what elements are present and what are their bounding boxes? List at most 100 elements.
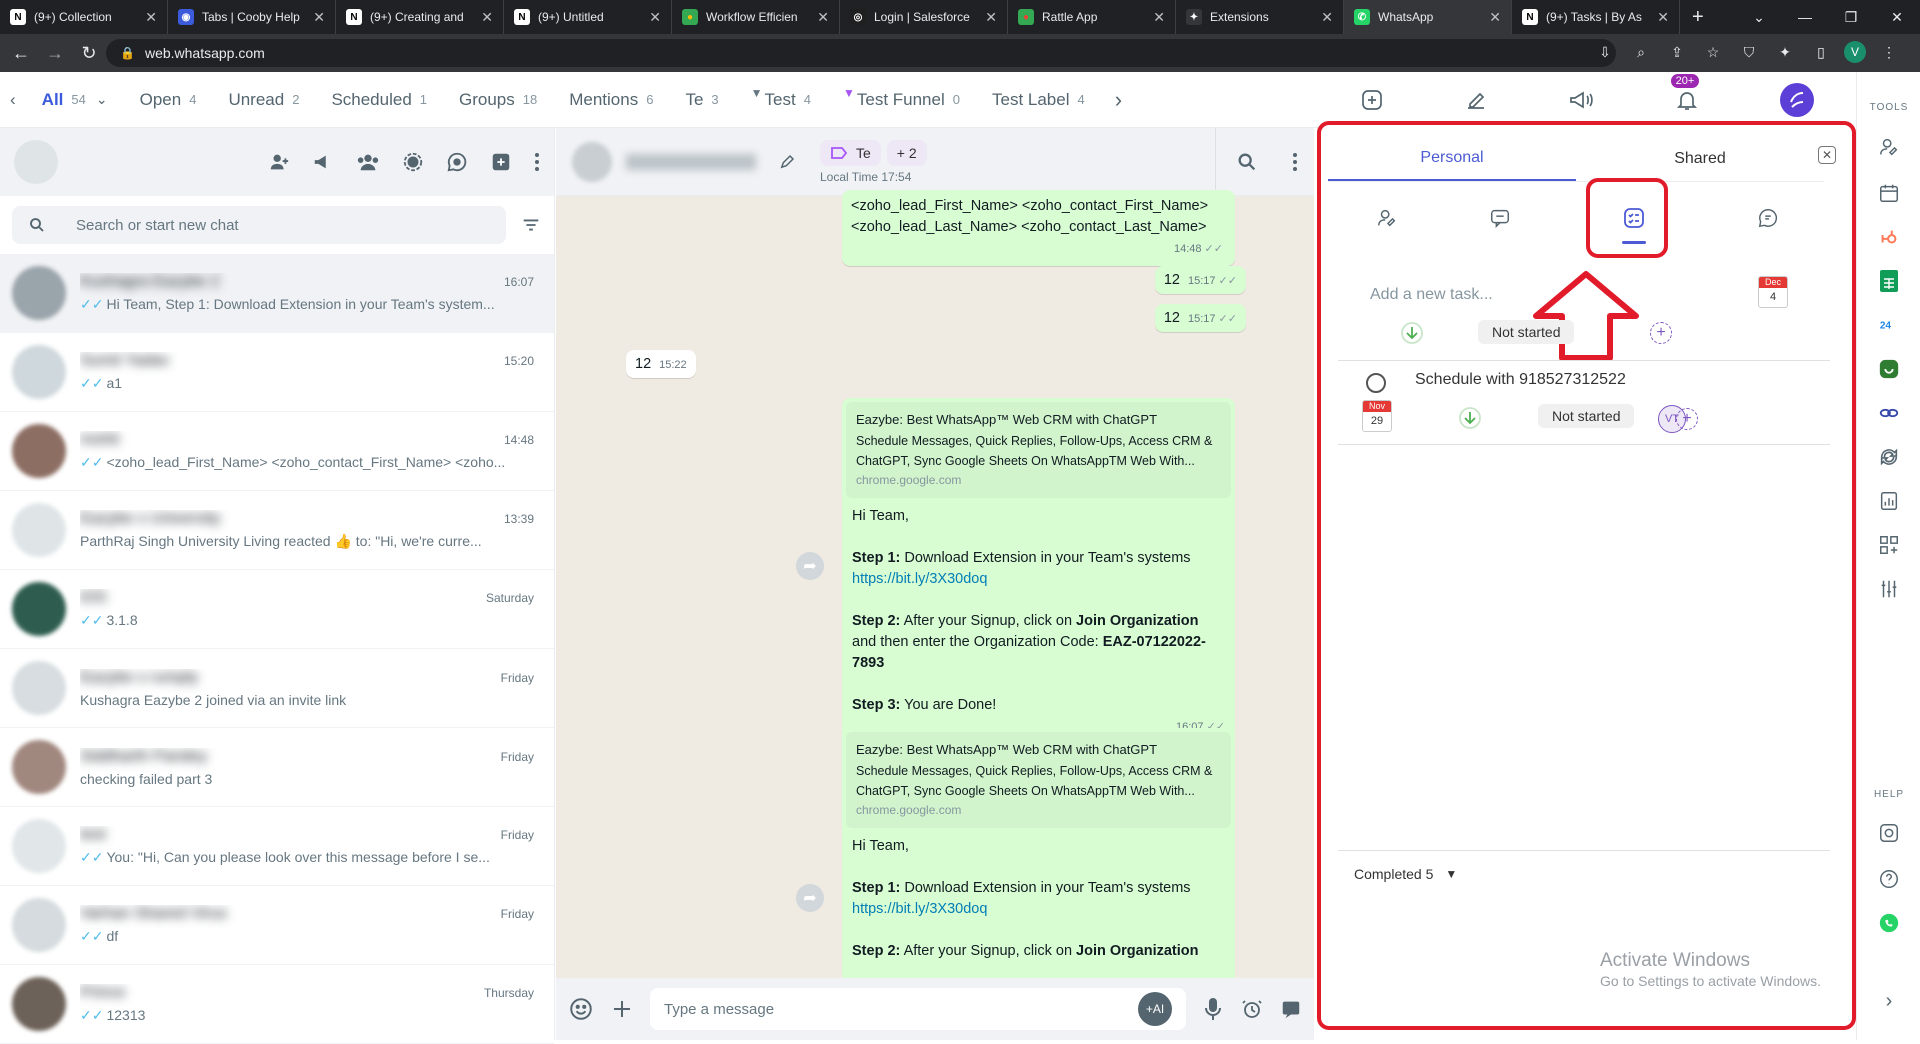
message-12a[interactable]: 12 15:17 ✓✓ xyxy=(1154,266,1246,294)
zoho-24-icon[interactable]: 24 xyxy=(1876,312,1902,338)
message-incoming-12[interactable]: 12 15:22 xyxy=(626,350,696,378)
tab-shared[interactable]: Shared xyxy=(1576,136,1824,181)
filter-tab[interactable]: Te 3 xyxy=(669,72,734,128)
chat-menu-icon[interactable] xyxy=(1292,151,1298,173)
contact-tool-icon[interactable] xyxy=(1876,134,1902,160)
new-task-status[interactable]: Not started xyxy=(1478,320,1575,344)
attach-plus-icon[interactable] xyxy=(610,997,634,1021)
back-button[interactable]: ← xyxy=(4,36,38,70)
install-icon[interactable]: ⇩ xyxy=(1592,39,1618,65)
question-help-icon[interactable] xyxy=(1876,866,1902,892)
edit-contact-icon[interactable] xyxy=(778,153,796,171)
report-icon[interactable] xyxy=(1876,488,1902,514)
new-chat-icon[interactable] xyxy=(490,151,512,173)
filter-next-icon[interactable]: › xyxy=(1101,72,1136,128)
tab-close-icon[interactable]: ✕ xyxy=(985,9,997,26)
status-icon[interactable] xyxy=(402,151,424,173)
chat-list-item[interactable]: Siddharth Pandey Friday checking failed pa… xyxy=(0,728,554,807)
browser-tab[interactable]: N (9+) Tasks | By As ✕ xyxy=(1512,0,1680,34)
close-panel-icon[interactable]: ✕ xyxy=(1818,146,1836,164)
tab-close-icon[interactable]: ✕ xyxy=(313,9,325,26)
channels-icon[interactable] xyxy=(446,151,468,173)
templates-icon[interactable] xyxy=(1757,207,1779,229)
tab-close-icon[interactable]: ✕ xyxy=(1321,9,1333,26)
google-sheets-icon[interactable] xyxy=(1876,268,1902,294)
tab-close-icon[interactable]: ✕ xyxy=(1489,9,1501,26)
tab-close-icon[interactable]: ✕ xyxy=(817,9,829,26)
zoom-icon[interactable]: ⌕ xyxy=(1628,39,1654,65)
my-avatar[interactable] xyxy=(14,140,58,184)
url-field[interactable]: 🔒 web.whatsapp.com xyxy=(106,39,1616,67)
due-date-calendar-icon[interactable]: Dec 4 xyxy=(1758,276,1788,308)
bookmark-star-icon[interactable]: ☆ xyxy=(1700,39,1726,65)
link-preview-card[interactable]: Eazybe: Best WhatsApp™ Web CRM with Chat… xyxy=(846,402,1231,498)
forward-icon[interactable]: ➦ xyxy=(796,884,824,912)
sidepanel-icon[interactable]: ▯ xyxy=(1808,39,1834,65)
filter-tab[interactable]: Test Label 4 xyxy=(976,72,1101,128)
forward-button[interactable]: → xyxy=(38,36,72,70)
tab-personal[interactable]: Personal xyxy=(1328,136,1576,181)
chat-list-item[interactable]: iOS Saturday ✓✓ 3.1.8 xyxy=(0,570,554,649)
add-contact-icon[interactable] xyxy=(268,151,290,173)
task-complete-checkbox[interactable] xyxy=(1366,373,1386,393)
tab-close-icon[interactable]: ✕ xyxy=(1657,9,1669,26)
filter-tab[interactable]: ▼ Test 4 xyxy=(735,72,827,128)
filter-prev-icon[interactable]: ‹ xyxy=(0,72,26,128)
browser-tab[interactable]: ✆ WhatsApp ✕ xyxy=(1344,0,1512,34)
message-invite-1[interactable]: Eazybe: Best WhatsApp™ Web CRM with Chat… xyxy=(842,398,1235,742)
message-12b[interactable]: 12 15:17 ✓✓ xyxy=(1154,304,1246,332)
browser-tab[interactable]: N (9+) Creating and ✕ xyxy=(336,0,504,34)
contact-avatar[interactable] xyxy=(572,141,612,182)
contact-name[interactable] xyxy=(626,153,756,170)
menu-icon[interactable] xyxy=(534,151,540,173)
priority-arrow-icon[interactable] xyxy=(1400,321,1424,345)
search-input[interactable]: Search or start new chat xyxy=(12,206,506,244)
add-square-icon[interactable] xyxy=(1360,88,1384,112)
label-pill[interactable]: Te xyxy=(820,139,881,166)
contact-notes-icon[interactable] xyxy=(1376,207,1398,229)
browser-tab[interactable]: N (9+) Untitled ✕ xyxy=(504,0,672,34)
assign-plus-icon[interactable]: + xyxy=(1650,322,1672,344)
broadcast-megaphone-icon[interactable] xyxy=(1568,88,1594,112)
message-input[interactable]: Type a message +AI xyxy=(650,988,1186,1030)
whatsapp-support-icon[interactable] xyxy=(1876,910,1902,936)
emoji-icon[interactable] xyxy=(568,996,594,1022)
tab-search-icon[interactable]: ⌄ xyxy=(1736,0,1782,34)
browser-tab[interactable]: ✦ Extensions ✕ xyxy=(1176,0,1344,34)
filter-tab[interactable]: ▼ Test Funnel 0 xyxy=(827,72,976,128)
task-title[interactable]: Schedule with 918527312522 xyxy=(1415,371,1626,389)
link-chain-icon[interactable] xyxy=(1876,400,1902,426)
refresh-icon[interactable] xyxy=(1876,444,1902,470)
schedule-message-icon[interactable] xyxy=(1240,997,1264,1021)
browser-tab[interactable]: ◎ Login | Salesforce ✕ xyxy=(840,0,1008,34)
template-icon[interactable] xyxy=(1280,998,1302,1020)
filter-tab[interactable]: Unread 2 xyxy=(212,72,315,128)
invite-link[interactable]: https://bit.ly/3X30doq xyxy=(852,899,1225,920)
message-invite-2[interactable]: Eazybe: Best WhatsApp™ Web CRM with Chat… xyxy=(842,728,1235,990)
dropdown-chevron-icon[interactable]: ⌄ xyxy=(96,91,108,108)
apps-grid-icon[interactable] xyxy=(1876,532,1902,558)
tab-close-icon[interactable]: ✕ xyxy=(1153,9,1165,26)
reload-button[interactable]: ↻ xyxy=(72,36,106,70)
chat-list-item[interactable]: mohit 14:48 ✓✓ <zoho_lead_First_Name> <zoho… xyxy=(0,412,554,491)
tab-close-icon[interactable]: ✕ xyxy=(481,9,493,26)
messages-icon[interactable] xyxy=(1489,207,1511,229)
message-zoho[interactable]: <zoho_lead_First_Name> <zoho_contact_Fir… xyxy=(842,190,1235,266)
link-preview-card[interactable]: Eazybe: Best WhatsApp™ Web CRM with Chat… xyxy=(846,732,1231,828)
invite-link[interactable]: https://bit.ly/3X30doq xyxy=(852,569,1225,590)
green-sync-icon[interactable] xyxy=(1876,356,1902,382)
broadcast-icon[interactable] xyxy=(312,151,334,173)
completed-toggle[interactable]: Completed 5 ▼ xyxy=(1354,866,1457,882)
eazybe-logo-icon[interactable] xyxy=(1779,82,1815,118)
hubspot-icon[interactable] xyxy=(1876,224,1902,250)
filter-tab[interactable]: Mentions 6 xyxy=(553,72,669,128)
chat-list-item[interactable]: Eazybe x rumply Friday Kushagra Eazybe 2 j… xyxy=(0,649,554,728)
browser-tab[interactable]: ◉ Tabs | Cooby Help ✕ xyxy=(168,0,336,34)
filter-icon[interactable] xyxy=(520,214,542,236)
chat-list-item[interactable]: Sumit Yadav 15:20 ✓✓ a1 xyxy=(0,333,554,412)
more-labels-pill[interactable]: + 2 xyxy=(886,139,927,166)
chat-list-item[interactable]: Varhan Shared Virus Friday ✓✓ df xyxy=(0,886,554,965)
chat-list-item[interactable]: Prince Thursday ✓✓ 12313 xyxy=(0,965,554,1044)
task-status[interactable]: Not started xyxy=(1538,404,1635,428)
new-tab-button[interactable]: + xyxy=(1680,0,1716,34)
